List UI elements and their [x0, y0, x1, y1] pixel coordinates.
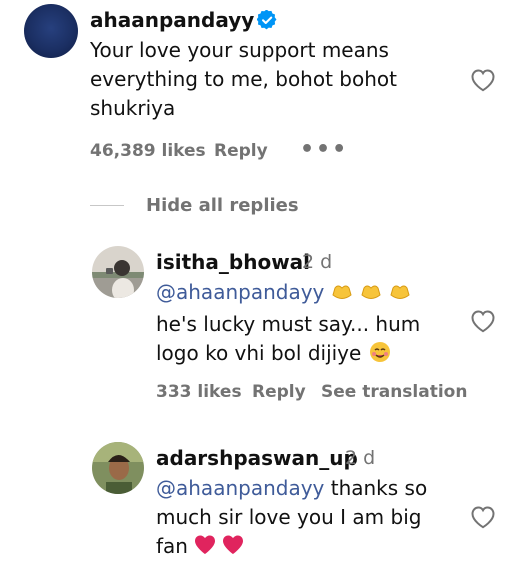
- smiling-face-emoji-icon: [369, 342, 390, 362]
- reply-text-line-content: fan: [156, 534, 188, 558]
- heart-hands-emoji-icon: [332, 285, 410, 299]
- comment-text-line: Your love your support means: [90, 38, 389, 62]
- replies-divider: [90, 205, 124, 206]
- avatar-photo: [92, 442, 144, 494]
- comment-text: Your love your support means everything …: [90, 36, 397, 123]
- reply-button[interactable]: Reply: [252, 382, 306, 402]
- username-text[interactable]: isitha_bhowal: [156, 250, 310, 274]
- avatar[interactable]: [92, 442, 144, 494]
- avatar[interactable]: [24, 4, 78, 58]
- smiling-face-with-hearts-emoji: [368, 341, 392, 371]
- reply-time: 2 d: [302, 251, 333, 273]
- pink-heart-emoji: [194, 534, 244, 564]
- reply-text-line-content: thanks so: [324, 476, 428, 500]
- mention-link[interactable]: @ahaanpandayy: [156, 280, 324, 304]
- reply-button[interactable]: Reply: [214, 141, 268, 161]
- reply-username[interactable]: adarshpaswan_up: [156, 446, 358, 470]
- like-heart-icon[interactable]: [470, 68, 496, 92]
- username-text[interactable]: adarshpaswan_up: [156, 446, 358, 470]
- reply-text: @ahaanpandayy he's lucky must say... hum…: [156, 278, 456, 371]
- main-comment: ahaanpandayy Your love your support mean…: [0, 0, 522, 180]
- like-count[interactable]: 333 likes: [156, 382, 242, 402]
- reply-comment: adarshpaswan_up 2 d @ahaanpandayy thanks…: [0, 438, 522, 559]
- reply-text-line-content: much sir love you I am big: [156, 505, 422, 529]
- reply-text-line: he's lucky must say... hum: [156, 310, 456, 339]
- avatar[interactable]: [92, 246, 144, 298]
- heart-emoji-icon: [195, 535, 244, 554]
- reply-text-line: logo ko vhi bol dijiye: [156, 339, 456, 371]
- reply-username[interactable]: isitha_bhowal: [156, 250, 310, 274]
- comment-username[interactable]: ahaanpandayy: [90, 8, 277, 32]
- heart-hands-emoji: [331, 281, 417, 310]
- reply-text-line-content: he's lucky must say... hum: [156, 312, 421, 336]
- comment-text-line: shukriya: [90, 96, 176, 120]
- reply-meta: 333 likes Reply See translation: [156, 382, 476, 406]
- comment-text-line: everything to me, bohot bohot: [90, 67, 397, 91]
- reply-text: @ahaanpandayy thanks so much sir love yo…: [156, 474, 476, 564]
- avatar-photo: [92, 246, 144, 298]
- reply-text-line: @ahaanpandayy thanks so: [156, 474, 476, 503]
- reply-text-line: much sir love you I am big: [156, 503, 476, 532]
- more-options-icon[interactable]: •••: [300, 137, 348, 162]
- hide-replies-button[interactable]: Hide all replies: [146, 195, 299, 216]
- reply-text-line: @ahaanpandayy: [156, 278, 456, 310]
- see-translation-button[interactable]: See translation: [321, 382, 467, 402]
- reply-comment: isitha_bhowal 2 d @ahaanpandayy he's luc…: [0, 240, 522, 410]
- username-text[interactable]: ahaanpandayy: [90, 8, 254, 32]
- reply-text-line: fan: [156, 532, 476, 564]
- reply-text-line-content: logo ko vhi bol dijiye: [156, 341, 362, 365]
- like-heart-icon[interactable]: [470, 505, 496, 529]
- like-heart-icon[interactable]: [470, 309, 496, 333]
- mention-link[interactable]: @ahaanpandayy: [156, 476, 324, 500]
- reply-time: 2 d: [345, 447, 376, 469]
- like-count[interactable]: 46,389 likes: [90, 141, 206, 161]
- verified-badge-icon: [257, 10, 277, 30]
